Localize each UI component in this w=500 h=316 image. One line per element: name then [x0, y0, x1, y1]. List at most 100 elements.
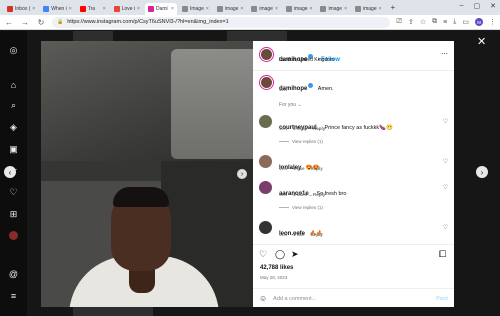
comment-input[interactable]: Add a comment...: [273, 296, 430, 302]
tab-close-icon[interactable]: ×: [275, 6, 278, 12]
tab-close-icon[interactable]: ×: [69, 6, 72, 12]
cast-icon[interactable]: ⎚: [396, 18, 402, 26]
reply-button[interactable]: Reply: [313, 126, 325, 131]
browser-tab[interactable]: image ×: [248, 3, 281, 15]
tab-close-icon[interactable]: ×: [379, 6, 382, 12]
tab-close-icon[interactable]: ×: [103, 6, 106, 12]
comment-like-icon[interactable]: ♡: [443, 224, 448, 231]
tab-close-icon[interactable]: ×: [137, 6, 140, 12]
tab-favicon-icon: [216, 6, 223, 12]
tab-close-icon[interactable]: ×: [32, 6, 35, 12]
create-icon[interactable]: ⊞: [8, 209, 19, 220]
home-icon[interactable]: ⌂: [8, 79, 19, 90]
save-bookmark-icon[interactable]: ⧠: [439, 249, 446, 260]
maximize-icon[interactable]: ▢: [474, 2, 481, 10]
browser-tab[interactable]: Dami ×: [144, 3, 177, 15]
reply-button[interactable]: Reply: [311, 232, 323, 237]
close-window-icon[interactable]: ✕: [490, 2, 496, 10]
comment-like-icon[interactable]: ♡: [443, 118, 448, 125]
for-you-label[interactable]: For you ⌄: [279, 102, 302, 108]
post-photo: ›: [41, 41, 253, 307]
new-tab-icon[interactable]: +: [391, 3, 396, 12]
tab-favicon-icon: [79, 6, 86, 12]
kebab-menu-icon[interactable]: ⋮: [489, 18, 496, 26]
post-location[interactable]: London, United Kingdom: [279, 57, 334, 63]
comment-age: 12w: [279, 232, 288, 237]
comment-like-icon[interactable]: ♡: [443, 158, 448, 165]
reload-icon[interactable]: ↻: [36, 18, 46, 27]
browser-tab[interactable]: image ×: [214, 3, 247, 15]
explore-icon[interactable]: ◈: [8, 122, 19, 133]
tab-favicon-icon: [320, 6, 327, 12]
download-icon[interactable]: ⤓: [453, 18, 456, 26]
browser-tab[interactable]: When i ×: [40, 3, 74, 15]
address-bar[interactable]: 🔒 https://www.instagram.com/p/CsyT6uSNVl…: [52, 16, 391, 28]
like-heart-icon[interactable]: ♡: [259, 249, 267, 260]
like-count[interactable]: 42,788 likes: [260, 265, 293, 271]
tab-label: image: [293, 6, 308, 12]
reels-icon[interactable]: ▣: [8, 144, 19, 155]
search-icon[interactable]: ⌕: [8, 100, 19, 111]
comment-avatar[interactable]: [259, 155, 272, 168]
caption-avatar[interactable]: [259, 75, 274, 90]
comment-likes[interactable]: 1 like: [293, 232, 304, 237]
tab-label: Dami: [155, 6, 168, 12]
post-details-panel: damihope • Follow London, United Kingdom…: [253, 41, 454, 307]
previous-post-button[interactable]: ‹: [4, 166, 16, 178]
comment-text: Prince fancy as fuckkk🍆😬: [324, 125, 393, 131]
browser-tab[interactable]: image ×: [352, 3, 385, 15]
reply-button[interactable]: Reply: [311, 166, 323, 171]
lock-icon: 🔒: [57, 19, 64, 25]
view-replies-button[interactable]: View replies (1): [279, 139, 323, 144]
share-send-icon[interactable]: ➤: [291, 249, 299, 260]
sidepanel-icon[interactable]: ▭: [462, 18, 469, 26]
tab-close-icon[interactable]: ×: [240, 6, 243, 12]
browser-tab[interactable]: image ×: [283, 3, 316, 15]
extensions-icon[interactable]: ⧉: [432, 18, 437, 26]
comment-avatar[interactable]: [259, 181, 272, 194]
tab-label: Tra: [87, 6, 96, 12]
share-icon[interactable]: ⇪: [408, 18, 414, 26]
tab-close-icon[interactable]: ×: [206, 6, 209, 12]
menu-list-icon[interactable]: ≡: [443, 19, 447, 26]
comment-likes[interactable]: 2 likes: [293, 126, 307, 131]
tab-label: image: [224, 6, 239, 12]
browser-tab[interactable]: image ×: [317, 3, 350, 15]
back-icon[interactable]: ←: [4, 18, 14, 27]
feed-thumb: [73, 31, 113, 41]
browser-tab[interactable]: Love i ×: [111, 3, 143, 15]
threads-icon[interactable]: @: [8, 268, 19, 279]
comment-avatar[interactable]: [259, 221, 272, 234]
profile-icon[interactable]: [8, 230, 19, 241]
author-avatar[interactable]: [259, 47, 274, 62]
more-options-icon[interactable]: ⋯: [441, 50, 448, 58]
notifications-icon[interactable]: ♡: [8, 187, 19, 198]
comment-avatar[interactable]: [259, 115, 272, 128]
bookmark-star-icon[interactable]: ☆: [420, 18, 426, 26]
forward-icon[interactable]: →: [20, 18, 30, 27]
tab-close-icon[interactable]: ×: [171, 6, 174, 12]
more-menu-icon[interactable]: ≡: [8, 290, 19, 301]
comment-like-icon[interactable]: ♡: [443, 184, 448, 191]
comment-likes[interactable]: 1 like: [293, 166, 304, 171]
next-post-button[interactable]: ›: [476, 166, 488, 178]
close-modal-icon[interactable]: ✕: [477, 35, 486, 48]
window-controls: – ▢ ✕: [460, 2, 496, 10]
instagram-logo-icon[interactable]: ◎: [8, 45, 19, 56]
minimize-icon[interactable]: –: [460, 2, 464, 10]
profile-avatar[interactable]: M: [475, 18, 483, 26]
browser-tab[interactable]: Image ×: [179, 3, 212, 15]
post-comment-button[interactable]: Post: [436, 296, 448, 302]
tab-close-icon[interactable]: ×: [344, 6, 347, 12]
browser-tab[interactable]: Tra ×: [77, 3, 109, 15]
next-image-button[interactable]: ›: [237, 169, 247, 179]
post-actions: ♡ ◯ ➤ ⧠ 42,788 likes May 28, 2023 ☺ Add …: [253, 244, 454, 307]
comment-icon[interactable]: ◯: [275, 249, 285, 260]
tab-close-icon[interactable]: ×: [310, 6, 313, 12]
comment-likes[interactable]: 2 likes: [293, 192, 307, 197]
feed-thumb: [73, 307, 153, 316]
reply-button[interactable]: Reply: [313, 192, 325, 197]
browser-tab[interactable]: Inbox (×: [4, 3, 38, 15]
view-replies-button[interactable]: View replies (1): [279, 205, 323, 210]
emoji-icon[interactable]: ☺: [259, 294, 267, 303]
